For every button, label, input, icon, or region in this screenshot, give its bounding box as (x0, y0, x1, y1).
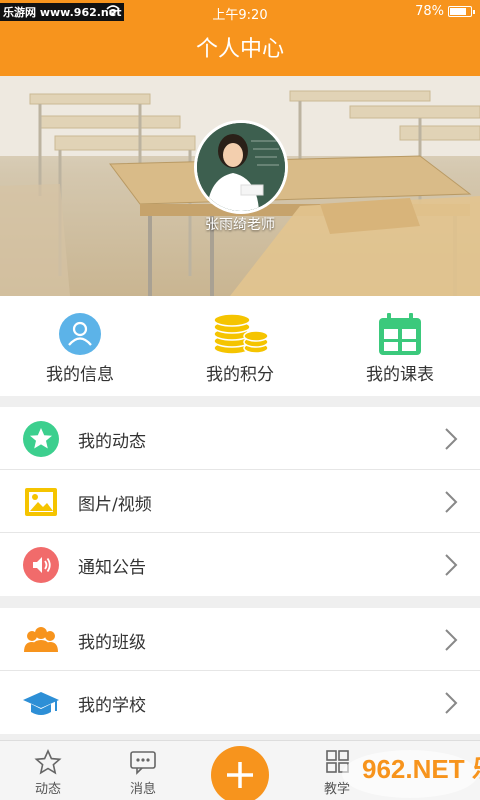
quick-actions: 我的信息 我的积分 我的课表 (0, 296, 480, 396)
menu-label: 我的学校 (78, 696, 146, 716)
graduation-cap-icon (23, 692, 59, 715)
avatar-photo (197, 123, 285, 211)
site-watermark: 962.NET 乐游网 (342, 750, 480, 798)
menu-item-my-school[interactable]: 我的学校 (0, 671, 480, 734)
menu-item-notices[interactable]: 通知公告 (0, 533, 480, 596)
tab-messages[interactable]: 消息 (98, 741, 188, 800)
menu-label: 我的班级 (78, 633, 146, 653)
my-schedule-label: 我的课表 (366, 365, 434, 385)
coins-icon (213, 313, 269, 355)
star-outline-icon (34, 749, 62, 775)
menu-item-photos-videos[interactable]: 图片/视频 (0, 470, 480, 533)
chevron-right-icon (445, 554, 458, 576)
plus-icon (227, 762, 253, 788)
menu-item-my-class[interactable]: 我的班级 (0, 608, 480, 671)
chat-icon (130, 751, 156, 775)
menu-label: 我的动态 (78, 432, 146, 452)
chevron-right-icon (445, 428, 458, 450)
calendar-icon (379, 313, 421, 355)
my-points-label: 我的积分 (206, 365, 274, 385)
my-schedule-button[interactable]: 我的课表 (320, 296, 480, 396)
speaker-icon (23, 547, 59, 583)
menu-group-2: 我的班级 我的学校 (0, 608, 480, 734)
menu-label: 通知公告 (78, 558, 146, 578)
tab-label: 动态 (34, 782, 61, 797)
chevron-right-icon (445, 692, 458, 714)
my-points-button[interactable]: 我的积分 (160, 296, 320, 396)
tab-feed[interactable]: 动态 (3, 741, 93, 800)
chevron-right-icon (445, 629, 458, 651)
profile-banner: 张雨绮老师 (0, 76, 480, 296)
watermark-text: 962.NET 乐游网 (362, 754, 480, 784)
my-info-label: 我的信息 (46, 365, 114, 385)
add-button[interactable] (211, 746, 269, 800)
battery-icon (448, 6, 475, 17)
menu-item-my-activity[interactable]: 我的动态 (0, 407, 480, 470)
user-icon (59, 313, 101, 355)
chevron-right-icon (445, 491, 458, 513)
status-time: 上午9:20 (212, 8, 268, 23)
image-icon (25, 488, 57, 516)
teacher-avatar[interactable] (194, 120, 288, 214)
group-icon (24, 627, 58, 652)
tab-label: 消息 (129, 782, 156, 797)
battery-percentage: 78% (415, 4, 444, 19)
menu-label: 图片/视频 (78, 495, 152, 515)
teacher-name: 张雨绮老师 (205, 217, 275, 233)
status-bar: 乐游网 www.962.net 上午9:20 78% (0, 0, 480, 24)
page-title: 个人中心 (0, 24, 480, 76)
menu-group-1: 我的动态 图片/视频 通知公告 (0, 407, 480, 596)
my-info-button[interactable]: 我的信息 (0, 296, 160, 396)
star-icon (23, 421, 59, 457)
